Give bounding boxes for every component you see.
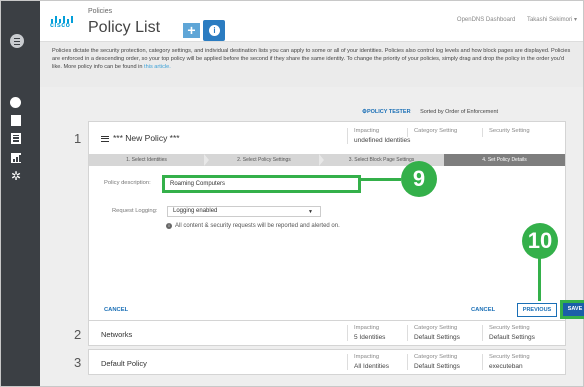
policies-icon[interactable] xyxy=(10,115,22,126)
policy-description-label: Policy description: xyxy=(104,180,151,186)
main-content: ⚙POLICY TESTER Sorted by Order of Enforc… xyxy=(40,87,584,386)
cancel-link-left[interactable]: CANCEL xyxy=(104,307,128,313)
page-title: Policy List xyxy=(88,19,161,36)
policy-rank-3: 3 xyxy=(74,355,82,370)
add-policy-button[interactable]: + xyxy=(183,23,200,38)
policy-description-input[interactable]: Roaming Computers xyxy=(162,175,361,193)
article-link[interactable]: this article. xyxy=(144,64,171,70)
policy-info-banner: Policies dictate the security protection… xyxy=(40,41,583,87)
settings-gear-icon[interactable]: ✲ xyxy=(10,170,22,182)
security-setting-column: Security Setting xyxy=(482,128,552,137)
cancel-link-right[interactable]: CANCEL xyxy=(471,307,495,313)
request-logging-select[interactable]: Logging enabled ▼ xyxy=(167,206,321,217)
policy-row[interactable]: Default Policy Impacting All Identities C… xyxy=(88,349,566,375)
drag-handle-icon[interactable] xyxy=(101,135,109,142)
banner-text: Policies dictate the security protection… xyxy=(52,48,571,70)
save-button[interactable]: SAVE xyxy=(560,300,584,319)
left-nav-rail: ✲ xyxy=(1,1,40,386)
logging-note: i All content & security requests will be… xyxy=(166,223,340,229)
info-button[interactable]: i xyxy=(203,20,225,41)
menu-icon[interactable] xyxy=(10,34,24,48)
policy-name[interactable]: *** New Policy *** xyxy=(101,133,180,143)
category-setting-column: Category Setting xyxy=(407,128,477,137)
step-select-identities[interactable]: 1. Select Identities xyxy=(89,154,204,166)
step-select-policy-settings[interactable]: 2. Select Policy Settings xyxy=(209,154,319,166)
info-icon: i xyxy=(209,25,220,36)
step-set-policy-details[interactable]: 4. Set Policy Details xyxy=(444,154,565,166)
policy-toolbar: ⚙POLICY TESTER Sorted by Order of Enforc… xyxy=(362,109,498,115)
previous-button[interactable]: PREVIOUS xyxy=(517,303,557,317)
destination-lists-icon[interactable] xyxy=(10,133,22,144)
callout-10-line xyxy=(538,257,541,301)
callout-10: 10 xyxy=(522,223,558,259)
app-name-link[interactable]: OpenDNS Dashboard xyxy=(457,17,515,23)
top-right-nav: OpenDNS Dashboard Takashi Sekimori ▾ xyxy=(447,16,577,23)
reporting-icon[interactable] xyxy=(10,153,22,163)
info-circle-icon: i xyxy=(166,223,172,229)
breadcrumb[interactable]: Policies xyxy=(88,8,112,15)
cisco-logo: cisco xyxy=(50,11,76,33)
request-logging-label: Request Logging: xyxy=(112,208,158,214)
policy-name[interactable]: Default Policy xyxy=(101,359,147,368)
policy-row[interactable]: Networks Impacting 5 Identities Category … xyxy=(88,320,566,346)
sort-order-label: Sorted by Order of Enforcement xyxy=(420,109,499,115)
callout-9: 9 xyxy=(401,161,437,197)
chevron-down-icon: ▼ xyxy=(308,209,313,215)
user-menu[interactable]: Takashi Sekimori ▾ xyxy=(527,17,577,23)
policy-rank-2: 2 xyxy=(74,327,82,342)
policy-rank-1: 1 xyxy=(74,131,82,146)
policy-tester-link[interactable]: ⚙POLICY TESTER xyxy=(362,109,411,115)
callout-9-line xyxy=(360,178,401,181)
policy-name[interactable]: Networks xyxy=(101,330,132,339)
page-header: cisco Policies Policy List + i OpenDNS D… xyxy=(40,1,583,41)
policy-edit-card: *** New Policy *** Impacting undefined I… xyxy=(88,121,584,321)
wizard-steps: 1. Select Identities 2. Select Policy Se… xyxy=(89,154,565,166)
dashboard-icon[interactable] xyxy=(10,97,22,108)
